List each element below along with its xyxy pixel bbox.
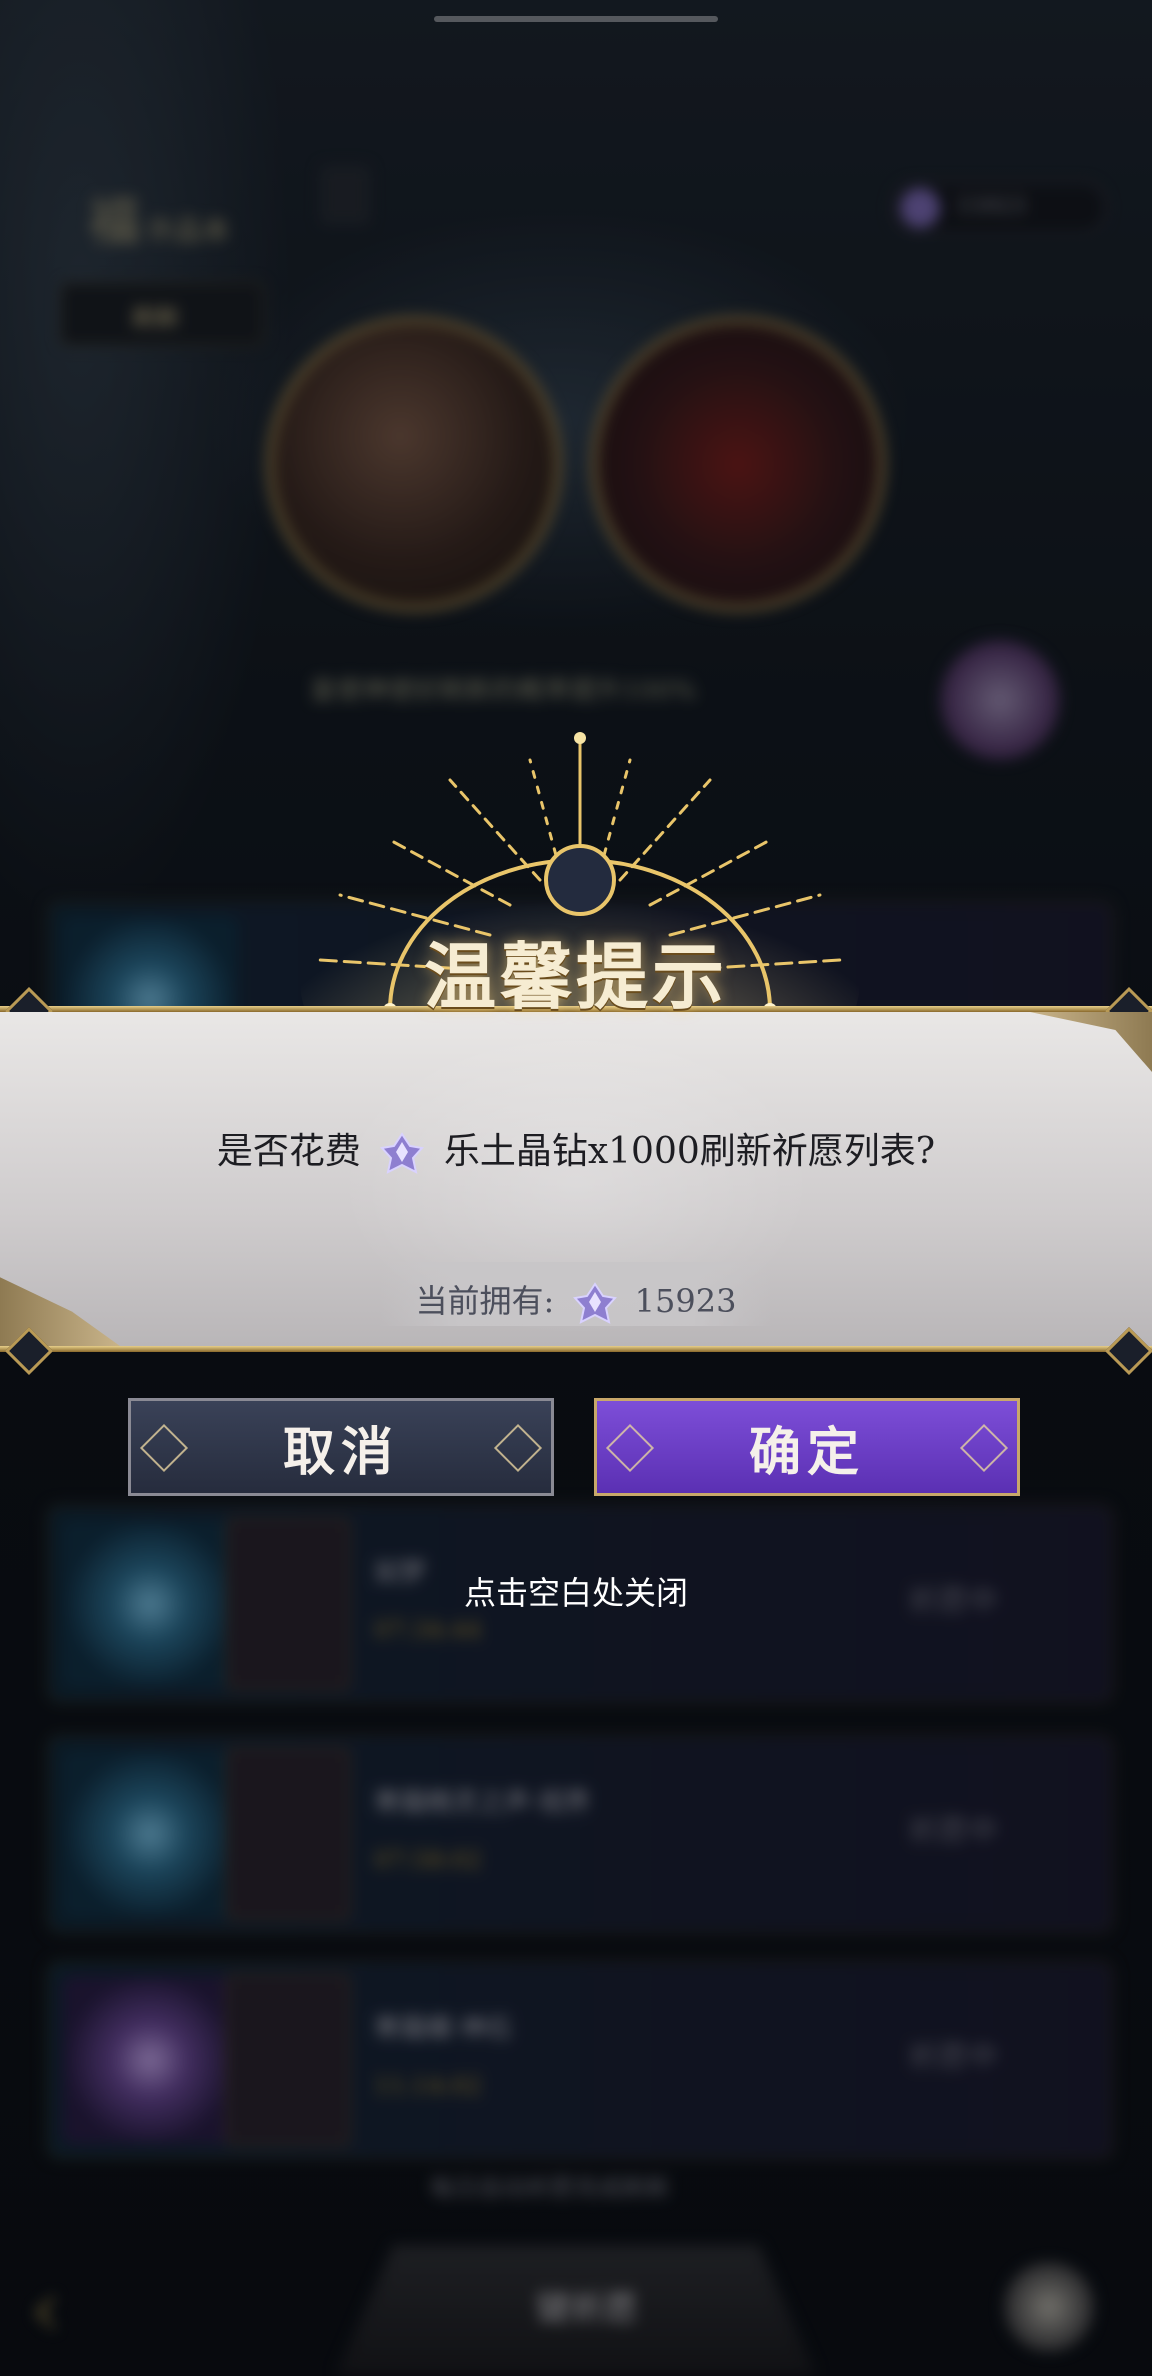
button-ornament-icon bbox=[959, 1423, 1009, 1473]
dialog-bottom-border bbox=[0, 1346, 1152, 1352]
confirm-button[interactable]: 确定 bbox=[594, 1398, 1020, 1496]
confirm-label: 确定 bbox=[748, 1421, 865, 1483]
cancel-button[interactable]: 取消 bbox=[128, 1398, 554, 1496]
confirm-question: 是否花费 乐土晶钻x1000刷新祈愿列表? bbox=[0, 1122, 1152, 1176]
button-ornament-icon bbox=[139, 1423, 189, 1473]
owned-value: 15923 bbox=[634, 1282, 737, 1320]
button-ornament-icon bbox=[605, 1423, 655, 1473]
question-suffix: 乐土晶钻x1000刷新祈愿列表? bbox=[443, 1131, 936, 1172]
dialog-title: 温馨提示 bbox=[423, 934, 728, 1019]
crystal-diamond-icon bbox=[572, 1281, 617, 1324]
close-hint: 点击空白处关闭 bbox=[463, 1574, 688, 1612]
question-prefix: 是否花费 bbox=[216, 1131, 361, 1172]
button-ornament-icon bbox=[493, 1423, 543, 1473]
owned-balance: 当前拥有: 15923 bbox=[0, 1276, 1152, 1326]
cancel-label: 取消 bbox=[282, 1421, 399, 1483]
owned-label: 当前拥有: bbox=[415, 1282, 555, 1320]
crystal-diamond-icon bbox=[380, 1132, 425, 1174]
